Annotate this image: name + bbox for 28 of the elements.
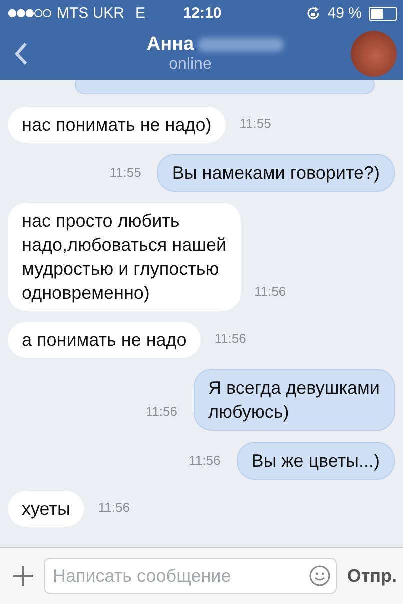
message-time: 11:56 (146, 404, 179, 421)
rotation-lock-icon (306, 6, 321, 21)
message-time: 11:56 (189, 453, 222, 470)
message-bubble: Вы же цветы...) (236, 442, 395, 480)
message-time: 11:56 (254, 284, 286, 301)
battery-icon (369, 6, 397, 20)
back-icon[interactable] (14, 42, 28, 66)
smiley-icon[interactable] (309, 565, 332, 587)
message-time: 11:56 (214, 331, 246, 348)
signal-icon (8, 9, 52, 18)
clock-time: 12:10 (183, 5, 222, 22)
message-bubble: хуеты (8, 491, 84, 527)
message-time: 11:56 (98, 500, 130, 517)
online-status: online (169, 56, 212, 74)
network-type: E (136, 5, 146, 22)
carrier-name: MTS UKR (57, 5, 124, 22)
battery-percent: 49 % (328, 5, 362, 22)
contact-name: Анна (146, 34, 194, 56)
send-button[interactable]: Отпр. (347, 566, 397, 586)
message-time: 11:55 (240, 116, 272, 133)
attach-button[interactable] (12, 565, 34, 587)
message-bubble: нас понимать не надо) (8, 107, 226, 143)
message-input[interactable]: Написать сообщение (44, 558, 338, 594)
message-time: 11:55 (110, 165, 142, 182)
message-bubble: Вы намеками говорите?) (157, 154, 395, 192)
message-bubble: нас просто любить надо,любоваться нашей мудростью и глупостью одновременно) (8, 203, 241, 311)
message-bubble: а понимать не надо (8, 322, 201, 358)
message-bubble: Я всегда девушками любуюсь) (194, 369, 395, 431)
